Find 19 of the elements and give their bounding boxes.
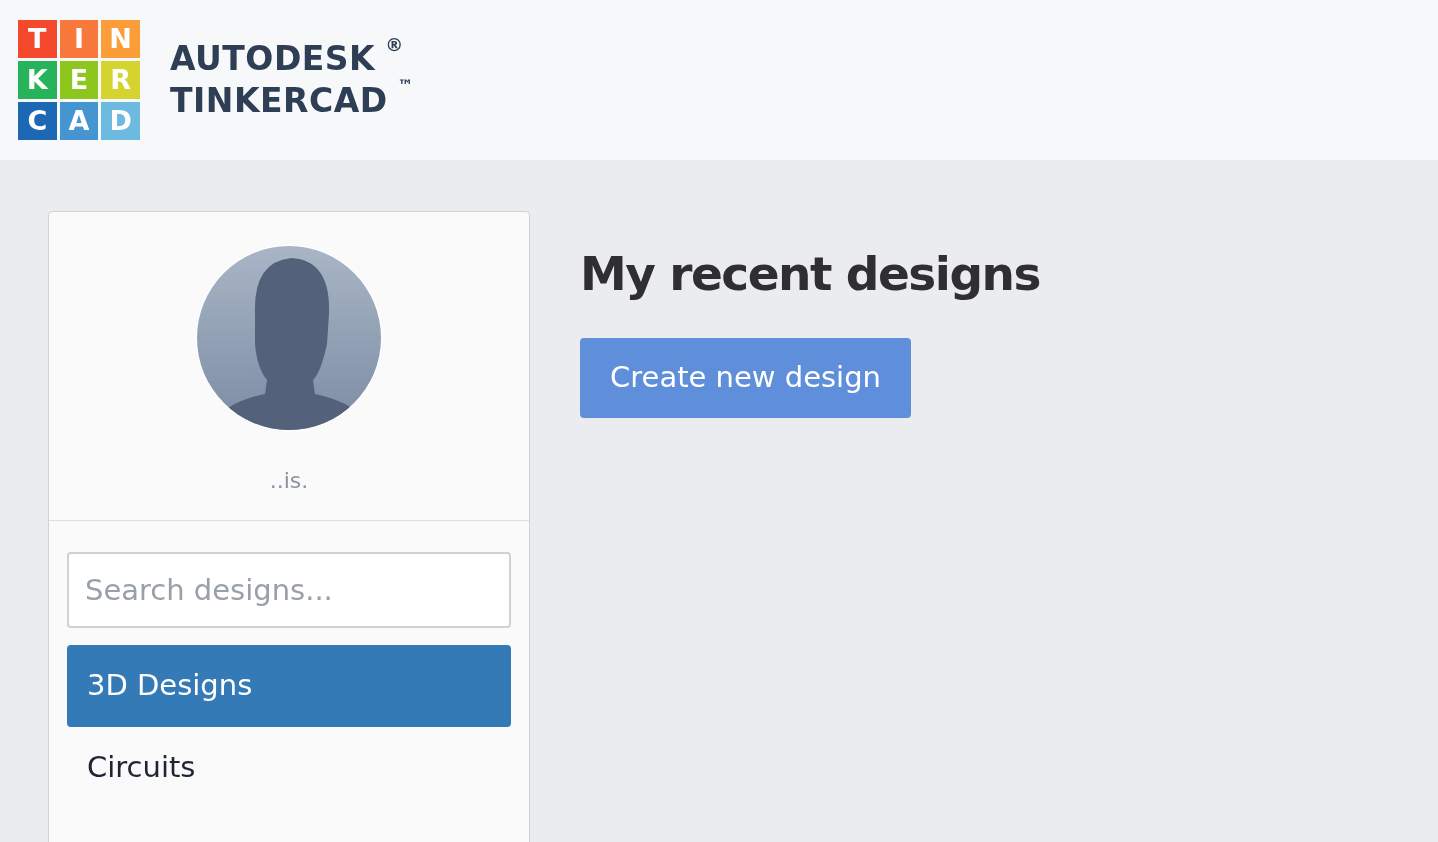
logo-tile: C [18,102,57,140]
username: ..is. [269,467,309,495]
sidebar-item[interactable]: 3D Designs [67,645,511,727]
brand-name: TINKERCAD [170,80,388,122]
search-field[interactable]: Search designs... [67,552,511,628]
page-heading: My recent designs [580,245,1041,303]
logo-tile: A [59,102,99,140]
logo-tile: N [101,20,140,58]
logo-tile: R [101,61,140,99]
logo-tile: D [101,102,140,140]
logo-tile: E [59,61,99,99]
registered-mark: ® [385,36,404,54]
brand-name: AUTODESK [170,38,376,80]
sidebar-item[interactable]: Circuits [67,727,511,809]
trademark: ™ [397,78,415,94]
create-design-button[interactable]: Create new design [580,337,911,418]
logo-tile: T [18,20,57,58]
logo-tile: I [59,20,99,58]
logo-tile: K [18,61,57,99]
